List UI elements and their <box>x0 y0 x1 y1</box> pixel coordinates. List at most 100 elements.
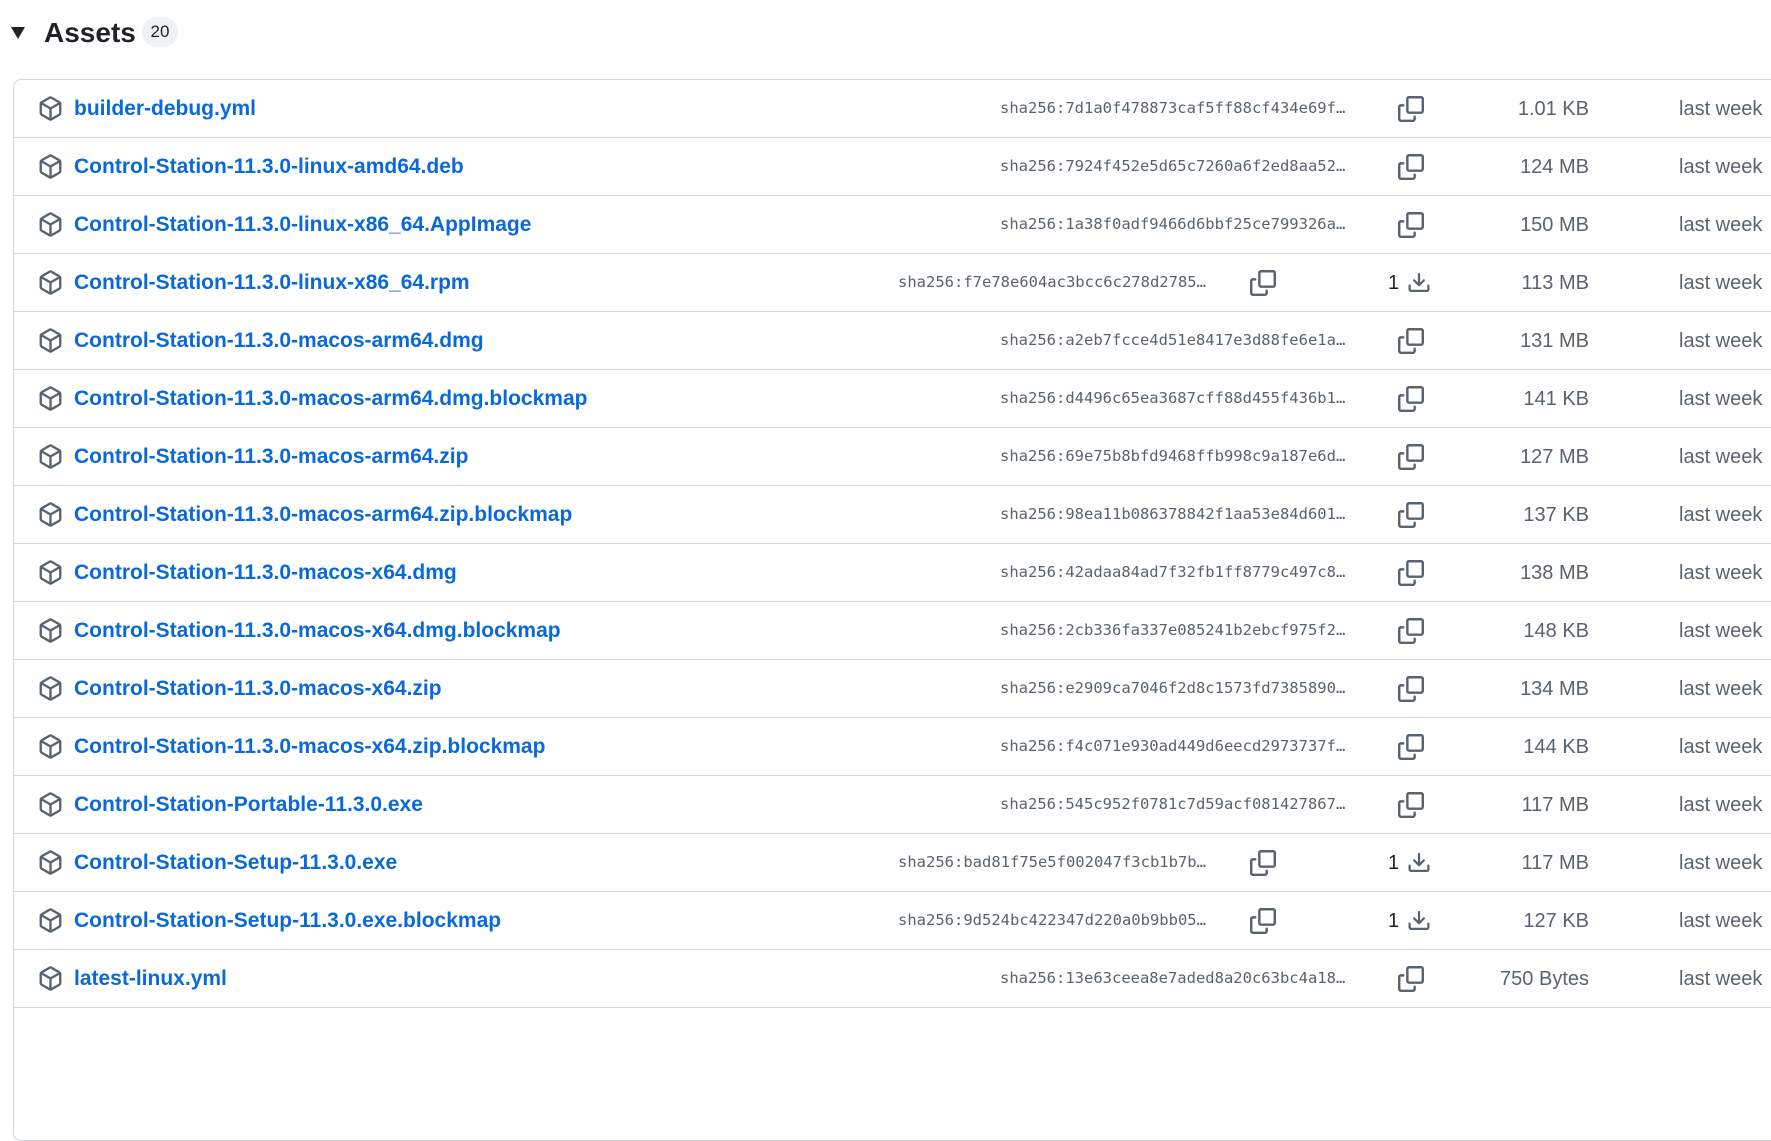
asset-sha256: sha256:f7e78e604ac3bcc6c278d2785… <box>898 273 1206 291</box>
package-icon <box>38 96 63 121</box>
asset-name-link[interactable]: builder-debug.yml <box>74 95 256 123</box>
asset-row: Control-Station-Portable-11.3.0.exe sha25… <box>14 776 1771 834</box>
asset-name-link[interactable]: Control-Station-11.3.0-linux-amd64.deb <box>74 153 464 181</box>
asset-row: Control-Station-11.3.0-linux-amd64.deb sh… <box>14 138 1771 196</box>
asset-name-link[interactable]: Control-Station-11.3.0-macos-arm64.zip.b… <box>74 501 572 529</box>
asset-sha256: sha256:42adaa84ad7f32fb1ff8779c497c8… <box>1000 563 1346 581</box>
package-icon <box>38 386 63 411</box>
package-icon <box>38 154 63 179</box>
asset-date: last week <box>1679 388 1763 410</box>
asset-date: last week <box>1679 562 1763 584</box>
asset-date: last week <box>1679 736 1763 758</box>
triangle-down-icon[interactable] <box>11 27 25 39</box>
asset-name-link[interactable]: Control-Station-11.3.0-macos-x64.dmg <box>74 559 457 587</box>
asset-row: Control-Station-11.3.0-linux-x86_64.rpm s… <box>14 254 1771 312</box>
copy-icon[interactable] <box>1398 676 1424 702</box>
asset-name-link[interactable]: Control-Station-11.3.0-macos-arm64.dmg.b… <box>74 385 587 413</box>
copy-icon[interactable] <box>1398 618 1424 644</box>
assets-header: Assets 20 <box>0 0 1771 60</box>
package-icon <box>38 734 63 759</box>
package-icon <box>38 328 63 353</box>
copy-icon[interactable] <box>1250 850 1276 876</box>
asset-date: last week <box>1679 620 1763 642</box>
asset-date: last week <box>1679 678 1763 700</box>
asset-date: last week <box>1679 156 1763 178</box>
asset-size: 138 MB <box>1520 562 1589 584</box>
download-count-value: 1 <box>1388 851 1400 874</box>
copy-icon[interactable] <box>1398 502 1424 528</box>
copy-icon[interactable] <box>1398 154 1424 180</box>
asset-row: Control-Station-11.3.0-macos-arm64.dmg sh… <box>14 312 1771 370</box>
copy-icon[interactable] <box>1398 96 1424 122</box>
copy-icon[interactable] <box>1250 908 1276 934</box>
asset-row: Control-Station-11.3.0-macos-arm64.zip.b… <box>14 486 1771 544</box>
download-count: 1 <box>1388 849 1431 877</box>
asset-size: 117 MB <box>1521 794 1589 816</box>
asset-row: latest-linux.yml sha256:13e63ceea8e7aded8… <box>14 950 1771 1008</box>
package-icon <box>38 560 63 585</box>
copy-icon[interactable] <box>1398 792 1424 818</box>
package-icon <box>38 502 63 527</box>
asset-size: 124 MB <box>1520 156 1589 178</box>
package-icon <box>38 850 63 875</box>
package-icon <box>38 966 63 991</box>
package-icon <box>38 676 63 701</box>
asset-name-link[interactable]: Control-Station-Portable-11.3.0.exe <box>74 791 423 819</box>
package-icon <box>38 270 63 295</box>
copy-icon[interactable] <box>1398 212 1424 238</box>
assets-list: builder-debug.yml sha256:7d1a0f478873caf5… <box>13 79 1771 1141</box>
asset-size: 150 MB <box>1520 214 1589 236</box>
copy-icon[interactable] <box>1398 386 1424 412</box>
asset-sha256: sha256:545c952f0781c7d59acf081427867… <box>1000 795 1346 813</box>
asset-size: 127 MB <box>1520 446 1589 468</box>
asset-date: last week <box>1679 852 1763 874</box>
asset-row: Control-Station-11.3.0-macos-x64.zip sha2… <box>14 660 1771 718</box>
asset-size: 141 KB <box>1523 388 1589 410</box>
asset-date: last week <box>1679 504 1763 526</box>
package-icon <box>38 444 63 469</box>
asset-date: last week <box>1679 330 1763 352</box>
package-icon <box>38 618 63 643</box>
asset-name-link[interactable]: latest-linux.yml <box>74 965 227 993</box>
asset-name-link[interactable]: Control-Station-11.3.0-linux-x86_64.rpm <box>74 269 470 297</box>
copy-icon[interactable] <box>1398 966 1424 992</box>
assets-count-badge: 20 <box>142 17 178 47</box>
copy-icon[interactable] <box>1398 328 1424 354</box>
asset-row: Control-Station-Setup-11.3.0.exe.blockma… <box>14 892 1771 950</box>
asset-date: last week <box>1679 214 1763 236</box>
asset-row: Control-Station-Setup-11.3.0.exe sha256:b… <box>14 834 1771 892</box>
asset-name-link[interactable]: Control-Station-11.3.0-macos-x64.zip <box>74 675 442 703</box>
asset-sha256: sha256:7924f452e5d65c7260a6f2ed8aa52… <box>1000 157 1346 175</box>
asset-size: 750 Bytes <box>1500 968 1589 990</box>
asset-sha256: sha256:f4c071e930ad449d6eecd2973737f… <box>1000 737 1346 755</box>
asset-size: 1.01 KB <box>1517 98 1589 120</box>
asset-sha256: sha256:d4496c65ea3687cff88d455f436b1… <box>1000 389 1346 407</box>
asset-size: 113 MB <box>1521 272 1589 294</box>
package-icon <box>38 792 63 817</box>
asset-row: Control-Station-11.3.0-macos-x64.dmg.blo… <box>14 602 1771 660</box>
package-icon <box>38 908 63 933</box>
copy-icon[interactable] <box>1398 734 1424 760</box>
asset-date: last week <box>1679 446 1763 468</box>
asset-name-link[interactable]: Control-Station-11.3.0-macos-arm64.zip <box>74 443 468 471</box>
asset-sha256: sha256:1a38f0adf9466d6bbf25ce799326a… <box>1000 215 1346 233</box>
copy-icon[interactable] <box>1398 444 1424 470</box>
package-icon <box>38 212 63 237</box>
asset-name-link[interactable]: Control-Station-11.3.0-linux-x86_64.AppI… <box>74 211 531 239</box>
download-count: 1 <box>1388 907 1431 935</box>
copy-icon[interactable] <box>1250 270 1276 296</box>
download-count-value: 1 <box>1388 271 1400 294</box>
asset-name-link[interactable]: Control-Station-Setup-11.3.0.exe.blockma… <box>74 907 501 935</box>
asset-size: 117 MB <box>1521 852 1589 874</box>
asset-size: 137 KB <box>1523 504 1589 526</box>
asset-size: 144 KB <box>1523 736 1589 758</box>
download-icon <box>1407 909 1431 933</box>
asset-name-link[interactable]: Control-Station-11.3.0-macos-arm64.dmg <box>74 327 484 355</box>
asset-date: last week <box>1679 272 1763 294</box>
assets-title[interactable]: Assets <box>44 13 136 53</box>
asset-name-link[interactable]: Control-Station-11.3.0-macos-x64.zip.blo… <box>74 733 545 761</box>
asset-name-link[interactable]: Control-Station-11.3.0-macos-x64.dmg.blo… <box>74 617 561 645</box>
asset-name-link[interactable]: Control-Station-Setup-11.3.0.exe <box>74 849 397 877</box>
asset-date: last week <box>1679 910 1763 932</box>
copy-icon[interactable] <box>1398 560 1424 586</box>
